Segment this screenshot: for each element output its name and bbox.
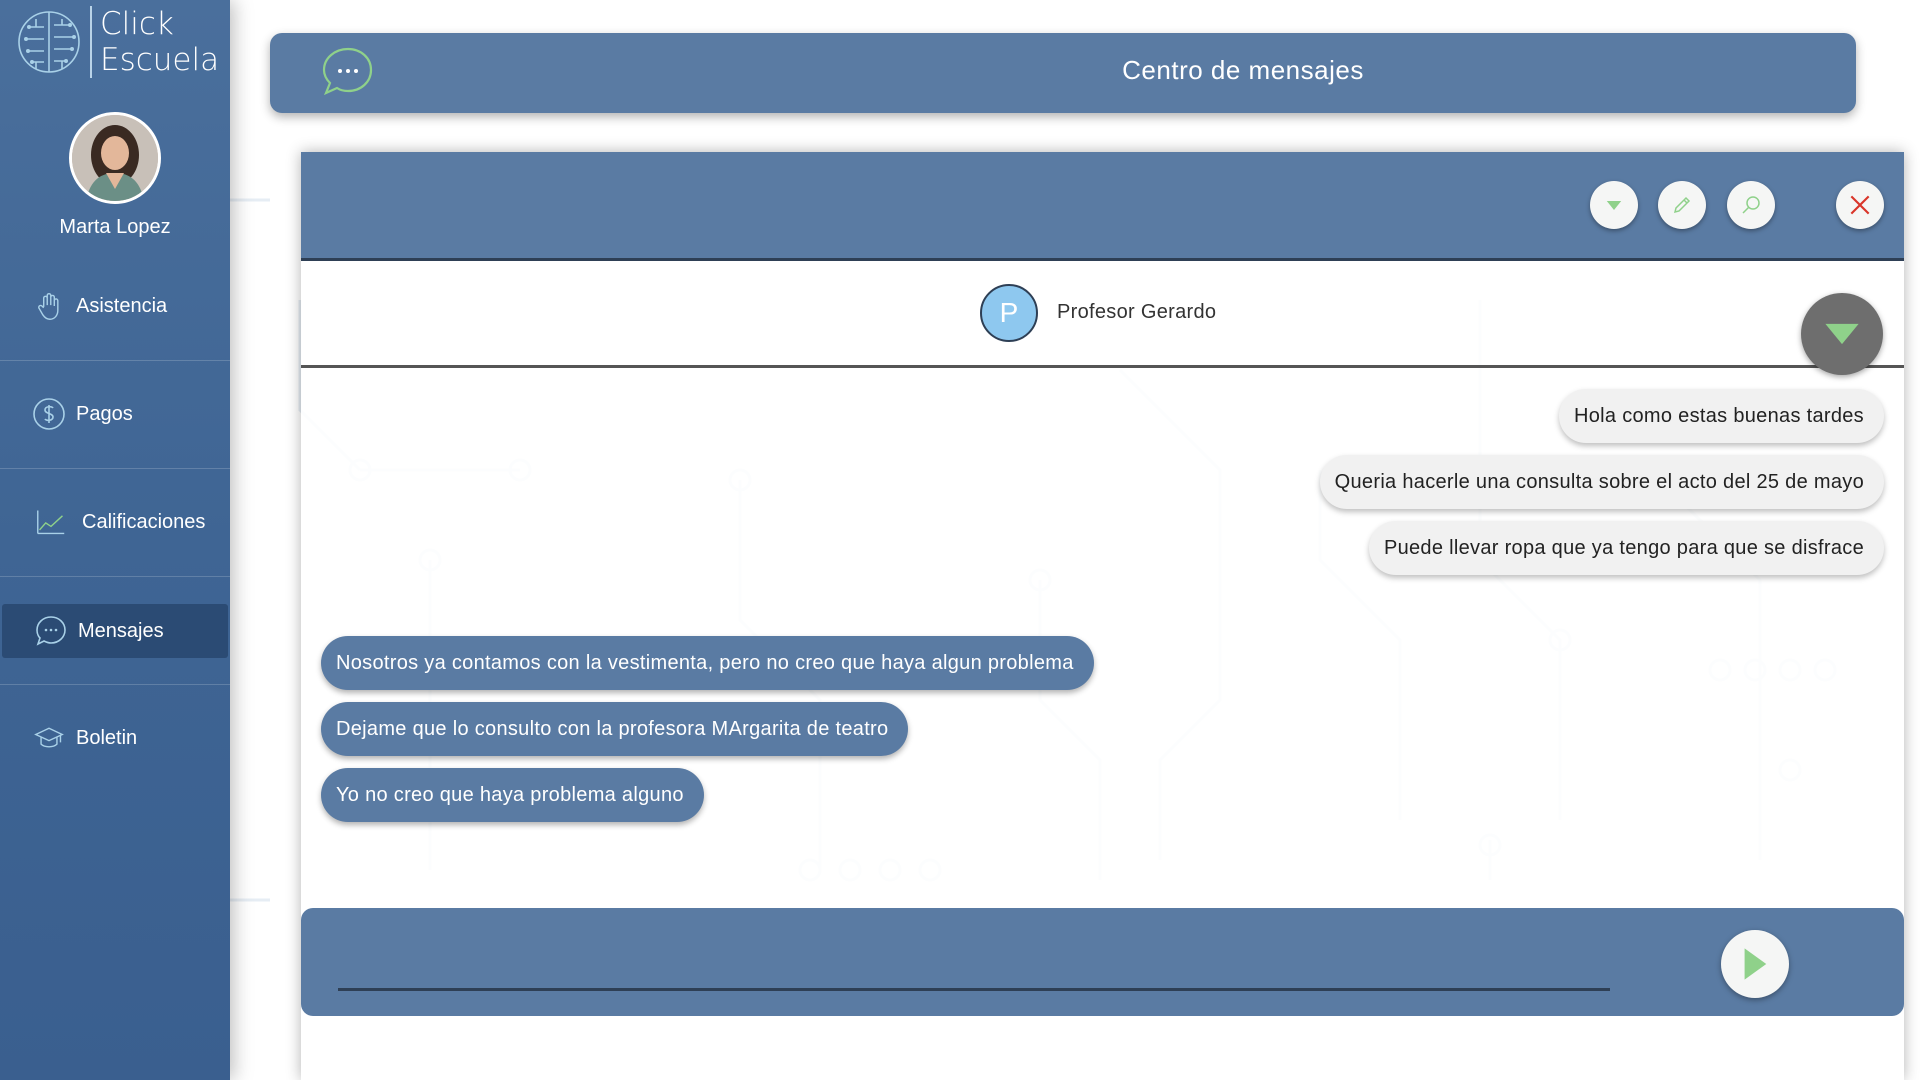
sent-message: Queria hacerle una consulta sobre el act… — [1319, 455, 1884, 509]
nav-divider — [0, 684, 230, 685]
logo-divider — [90, 6, 92, 78]
chat-panel: P Profesor Gerardo Hola como estas buena… — [301, 152, 1904, 1080]
sidebar-item-label: Boletin — [76, 726, 138, 749]
scroll-down-button[interactable] — [1801, 293, 1883, 375]
user-name: Marta Lopez — [59, 216, 171, 238]
chart-icon — [34, 505, 68, 539]
dollar-icon — [32, 397, 66, 431]
page-title: Centro de mensajes — [1122, 55, 1364, 85]
sidebar-item-label: Mensajes — [78, 619, 164, 642]
sidebar-item-label: Calificaciones — [82, 510, 206, 533]
logo-text: Click Escuela — [100, 6, 219, 78]
sidebar-item-pagos[interactable]: Pagos — [0, 387, 230, 441]
chat-toolbar — [301, 152, 1904, 261]
nav-divider — [0, 468, 230, 469]
sidebar-item-calificaciones[interactable]: Calificaciones — [0, 495, 230, 549]
nav-divider — [0, 360, 230, 361]
received-message: Dejame que lo consulto con la profesora … — [321, 702, 909, 756]
sidebar-item-label: Asistencia — [76, 294, 168, 317]
send-button[interactable] — [1721, 930, 1789, 998]
brain-circuit-logo-icon — [18, 11, 80, 73]
nav-divider — [0, 576, 230, 577]
contact-name[interactable]: Profesor Gerardo — [1057, 301, 1216, 324]
close-icon — [1850, 195, 1870, 215]
message-input[interactable] — [338, 948, 1610, 991]
close-button[interactable] — [1836, 181, 1884, 229]
compose-bar — [301, 908, 1904, 1016]
graduation-cap-icon — [32, 721, 66, 755]
sidebar-item-label: Pagos — [76, 402, 133, 425]
chat-icon — [34, 614, 68, 648]
logo-line-1: Click — [100, 6, 174, 42]
contact-header: P Profesor Gerardo — [301, 261, 1904, 368]
logo[interactable]: Click Escuela — [14, 4, 219, 80]
edit-button[interactable] — [1658, 181, 1706, 229]
user-photo — [72, 115, 158, 201]
received-message: Nosotros ya contamos con la vestimenta, … — [321, 636, 1094, 690]
chevron-down-icon — [1825, 323, 1859, 345]
sidebar-item-mensajes[interactable]: Mensajes — [2, 604, 228, 658]
search-icon — [1742, 196, 1760, 214]
received-message: Yo no creo que haya problema alguno — [321, 768, 704, 822]
sent-message: Puede llevar ropa que ya tengo para que … — [1368, 521, 1884, 575]
search-button[interactable] — [1727, 181, 1775, 229]
sent-message: Hola como estas buenas tardes — [1559, 389, 1884, 443]
pencil-icon — [1673, 196, 1691, 214]
sidebar: Click Escuela Marta Lopez Asistencia Pag… — [0, 0, 230, 1080]
dropdown-icon — [1606, 200, 1622, 210]
avatar[interactable] — [69, 112, 161, 204]
page-header: Centro de mensajes — [270, 33, 1856, 113]
sidebar-item-boletin[interactable]: Boletin — [0, 711, 230, 765]
contact-avatar[interactable]: P — [980, 284, 1038, 342]
sidebar-item-asistencia[interactable]: Asistencia — [0, 279, 230, 333]
logo-line-2: Escuela — [100, 42, 220, 78]
send-icon — [1744, 948, 1767, 980]
dropdown-button[interactable] — [1590, 181, 1638, 229]
hand-icon — [32, 289, 66, 323]
